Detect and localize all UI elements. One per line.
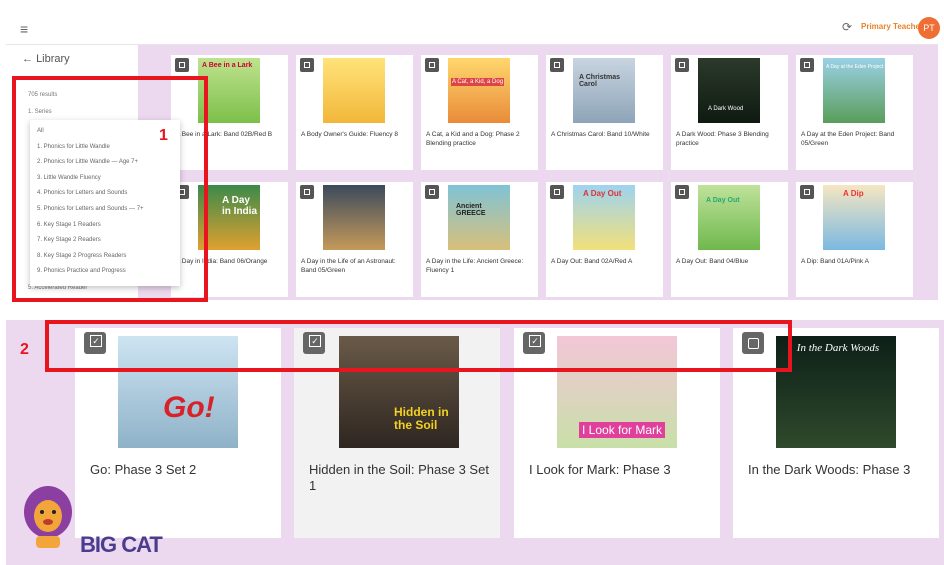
checkbox-icon[interactable]	[425, 58, 439, 72]
book-card[interactable]: A Dip A Dip: Band 01A/Pink A	[796, 182, 913, 297]
book-card[interactable]: A Day at the Eden Project A Day at the E…	[796, 55, 913, 170]
book-title: Hidden in the Soil: Phase 3 Set 1	[309, 462, 489, 493]
book-title: A Day Out: Band 04/Blue	[676, 258, 749, 265]
book-grid: A Bee in a Lark A Bee in a Lark: Band 02…	[138, 45, 938, 300]
checkbox-icon[interactable]	[425, 185, 439, 199]
book-cover: A Day at the Eden Project	[823, 58, 885, 123]
cover-title: A Bee in a Lark	[202, 62, 253, 69]
book-cover: A Cat, a Kid, a Dog	[448, 58, 510, 123]
book-title: A Christmas Carol: Band 10/White	[551, 131, 650, 138]
book-title: Go: Phase 3 Set 2	[90, 462, 197, 477]
book-title: A Dark Wood: Phase 3 Blending practice	[676, 131, 769, 147]
book-cover: A Day Out	[573, 185, 635, 250]
book-card[interactable]: A Cat, a Kid, a Dog A Cat, a Kid and a D…	[421, 55, 538, 170]
top-bar: ≡ ⟳ Primary Teacher PT	[6, 12, 940, 45]
cover-title: Go!	[163, 391, 215, 424]
book-card[interactable]: Ancient GREECE A Day in the Life: Ancien…	[421, 182, 538, 297]
cover-title: I Look for Mark	[579, 422, 666, 438]
checkbox-icon[interactable]	[300, 58, 314, 72]
brand-logo: BIG CAT	[80, 532, 163, 557]
avatar[interactable]: PT	[918, 17, 940, 39]
book-title: A Body Owner's Guide: Fluency 8	[301, 131, 398, 138]
book-cover: In the Dark Woods	[776, 336, 896, 448]
checkbox-icon[interactable]	[800, 58, 814, 72]
book-cover	[323, 185, 385, 250]
book-card[interactable]: A Dark Wood A Dark Wood: Phase 3 Blendin…	[671, 55, 788, 170]
cover-title: Ancient GREECE	[456, 203, 486, 217]
checkbox-icon[interactable]	[675, 58, 689, 72]
book-cover: A Christmas Carol	[573, 58, 635, 123]
book-title: A Day in the Life: Ancient Greece: Fluen…	[426, 258, 524, 274]
book-cover: A Dip	[823, 185, 885, 250]
book-card[interactable]: A Day Out A Day Out: Band 02A/Red A	[546, 182, 663, 297]
book-title: A Dip: Band 01A/Pink A	[801, 258, 869, 265]
book-title: I Look for Mark: Phase 3	[529, 462, 671, 477]
book-title: A Cat, a Kid and a Dog: Phase 2 Blending…	[426, 131, 520, 147]
annotation-box-2	[45, 320, 792, 372]
annotation-number-1: 1	[159, 127, 168, 144]
cover-title: A Christmas Carol	[579, 74, 620, 88]
book-cover: A Day Out	[698, 185, 760, 250]
annotation-box-1	[12, 76, 208, 302]
cover-title: A Day at the Eden Project	[826, 64, 884, 70]
cover-title: A Day in India	[222, 195, 257, 217]
cover-title: A Cat, a Kid, a Dog	[451, 78, 505, 86]
checkbox-icon[interactable]	[800, 185, 814, 199]
user-name[interactable]: Primary Teacher	[861, 22, 923, 31]
book-card[interactable]: A Day in the Life of an Astronaut: Band …	[296, 182, 413, 297]
book-title: A Day at the Eden Project: Band 05/Green	[801, 131, 895, 147]
book-card[interactable]: A Day Out A Day Out: Band 04/Blue	[671, 182, 788, 297]
library-back-link[interactable]: ← Library	[22, 53, 70, 65]
lion-logo-icon	[24, 486, 72, 548]
checkbox-icon[interactable]	[300, 185, 314, 199]
sync-icon[interactable]: ⟳	[842, 20, 852, 34]
arrow-left-icon: ←	[22, 53, 33, 65]
checkbox-icon[interactable]	[675, 185, 689, 199]
library-label: Library	[36, 53, 70, 65]
book-cover	[323, 58, 385, 123]
cover-title: A Dip	[843, 189, 864, 198]
hamburger-icon[interactable]: ≡	[20, 21, 28, 37]
book-card[interactable]: A Christmas Carol A Christmas Carol: Ban…	[546, 55, 663, 170]
cover-title: In the Dark Woods	[796, 342, 880, 354]
book-title: A Day in the Life of an Astronaut: Band …	[301, 258, 396, 274]
cover-title: Hidden in the Soil	[394, 405, 449, 432]
annotation-number-2: 2	[20, 341, 29, 358]
cover-title: A Dark Wood	[708, 106, 744, 112]
book-cover: A Dark Wood	[698, 58, 760, 123]
cover-title: A Day Out	[583, 189, 622, 198]
checkbox-icon[interactable]	[550, 185, 564, 199]
cover-title: A Day Out	[706, 197, 740, 204]
checkbox-icon[interactable]	[550, 58, 564, 72]
checkbox-icon[interactable]	[175, 58, 189, 72]
book-title: A Day Out: Band 02A/Red A	[551, 258, 633, 265]
book-card[interactable]: A Body Owner's Guide: Fluency 8	[296, 55, 413, 170]
book-cover: Ancient GREECE	[448, 185, 510, 250]
book-title: In the Dark Woods: Phase 3	[748, 462, 911, 477]
